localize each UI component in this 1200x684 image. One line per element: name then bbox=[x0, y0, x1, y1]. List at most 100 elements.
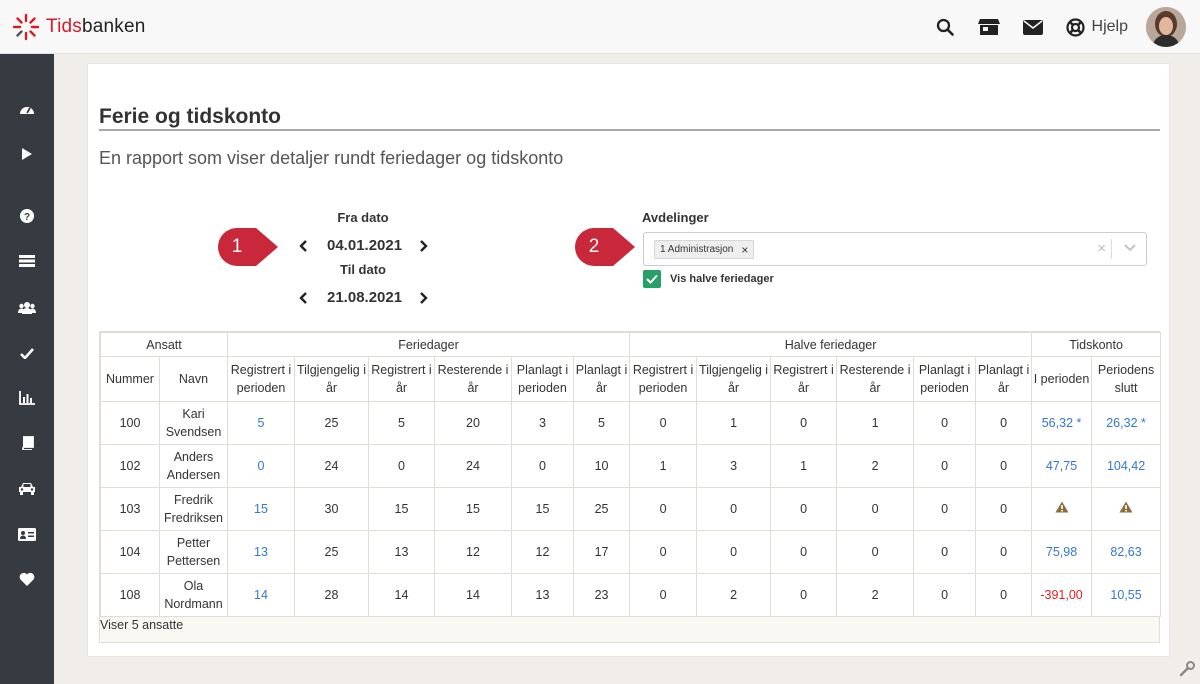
table-footer: Viser 5 ansatte bbox=[100, 618, 184, 632]
cell: 0 bbox=[975, 530, 1033, 574]
col-f-planlagt-perioden[interactable]: Planlagt i perioden bbox=[511, 356, 574, 402]
cell: 13 bbox=[511, 573, 574, 617]
logo[interactable]: Tidsbanken bbox=[12, 13, 146, 41]
col-h-planlagt-ar[interactable]: Planlagt i år bbox=[975, 356, 1033, 402]
cell-warning[interactable] bbox=[1031, 487, 1093, 531]
cell: 0 bbox=[975, 444, 1033, 488]
users-icon[interactable] bbox=[17, 297, 37, 317]
cell-link[interactable]: 104,42 bbox=[1091, 444, 1162, 488]
col-nummer[interactable]: Nummer bbox=[100, 356, 160, 402]
to-date-label: Til dato bbox=[340, 262, 386, 277]
cell: 0 bbox=[975, 487, 1033, 531]
cell-navn: Kari Svendsen bbox=[159, 401, 228, 445]
list-icon[interactable] bbox=[17, 251, 37, 271]
cell: 20 bbox=[434, 401, 512, 445]
title-divider bbox=[99, 129, 1160, 131]
check-icon[interactable] bbox=[17, 343, 37, 363]
col-h-tilgjengelig-ar[interactable]: Tilgjengelig i år bbox=[696, 356, 772, 402]
question-icon[interactable]: ? bbox=[17, 206, 37, 226]
checkmark-icon bbox=[646, 274, 658, 284]
top-bar: Tidsbanken Hjelp bbox=[0, 0, 1200, 54]
group-tidskonto: Tidskonto bbox=[1031, 332, 1162, 357]
cell-link[interactable]: 47,75 bbox=[1031, 444, 1093, 488]
from-date-label: Fra dato bbox=[337, 210, 389, 225]
cell-link[interactable]: 82,63 bbox=[1091, 530, 1162, 574]
avatar[interactable] bbox=[1146, 7, 1186, 47]
chevron-left-icon[interactable] bbox=[297, 291, 311, 305]
cell-link[interactable]: 75,98 bbox=[1031, 530, 1093, 574]
col-t-periodens-slutt[interactable]: Periodens slutt bbox=[1091, 356, 1162, 402]
cell-navn: Anders Andersen bbox=[159, 444, 228, 488]
col-f-registrert-ar[interactable]: Registrert i år bbox=[368, 356, 435, 402]
envelope-icon[interactable] bbox=[1022, 16, 1044, 38]
dashboard-icon[interactable] bbox=[17, 99, 37, 119]
cell: 15 bbox=[368, 487, 435, 531]
cell: 12 bbox=[511, 530, 574, 574]
cell-link[interactable]: 13 bbox=[227, 530, 295, 574]
col-h-registrert-perioden[interactable]: Registrert i perioden bbox=[629, 356, 698, 402]
car-icon[interactable] bbox=[17, 479, 37, 499]
cell: 25 bbox=[294, 530, 369, 574]
cell: 30 bbox=[294, 487, 369, 531]
cell: 25 bbox=[572, 487, 631, 531]
col-h-resterende-ar[interactable]: Resterende i år bbox=[836, 356, 915, 402]
half-days-label[interactable]: Vis halve feriedager bbox=[670, 273, 774, 285]
cell: 0 bbox=[913, 487, 977, 531]
report-table: Ansatt Feriedager Halve feriedager Tidsk… bbox=[100, 332, 1162, 617]
chevron-right-icon[interactable] bbox=[416, 239, 430, 253]
cell: 0 bbox=[913, 573, 977, 617]
chevron-right-icon[interactable] bbox=[416, 291, 430, 305]
cell: 0 bbox=[629, 573, 698, 617]
book-icon[interactable] bbox=[17, 433, 37, 453]
to-date-value[interactable]: 21.08.2021 bbox=[327, 289, 402, 306]
col-h-registrert-ar[interactable]: Registrert i år bbox=[770, 356, 838, 402]
svg-text:?: ? bbox=[24, 212, 30, 223]
cell: 10 bbox=[572, 444, 631, 488]
cell-warning[interactable] bbox=[1091, 487, 1162, 531]
tag-remove-icon[interactable]: × bbox=[741, 243, 748, 257]
cell-navn: Fredrik Fredriksen bbox=[159, 487, 228, 531]
heart-icon[interactable] bbox=[17, 569, 37, 589]
cell-link-negative[interactable]: -391,00 bbox=[1031, 573, 1093, 617]
col-f-registrert-perioden[interactable]: Registrert i perioden bbox=[227, 356, 295, 402]
help-menu[interactable]: Hjelp bbox=[1065, 17, 1128, 37]
cell: 1 bbox=[629, 444, 698, 488]
cell-link[interactable]: 0 bbox=[227, 444, 295, 488]
col-t-i-perioden[interactable]: I perioden bbox=[1031, 356, 1093, 402]
cell: 2 bbox=[836, 573, 915, 617]
table-row: 108 Ola Nordmann 14 28 14 14 13 23 0 2 0… bbox=[100, 573, 1162, 617]
logo-icon bbox=[12, 13, 40, 41]
col-navn[interactable]: Navn bbox=[159, 356, 228, 402]
play-icon[interactable] bbox=[17, 144, 37, 164]
cell-link[interactable]: 56,32 * bbox=[1031, 401, 1093, 445]
bar-chart-icon[interactable] bbox=[17, 388, 37, 408]
wrench-icon[interactable] bbox=[1178, 660, 1196, 678]
department-tag: 1 Administrasjon × bbox=[654, 240, 755, 259]
cell-nummer: 103 bbox=[100, 487, 160, 531]
departments-label: Avdelinger bbox=[642, 210, 709, 225]
cell-link[interactable]: 5 bbox=[227, 401, 295, 445]
clear-icon[interactable]: × bbox=[1097, 240, 1106, 257]
table-row: 103 Fredrik Fredriksen 15 30 15 15 15 25… bbox=[100, 487, 1162, 531]
col-h-planlagt-perioden[interactable]: Planlagt i perioden bbox=[913, 356, 977, 402]
col-f-resterende-ar[interactable]: Resterende i år bbox=[434, 356, 512, 402]
cell-nummer: 104 bbox=[100, 530, 160, 574]
select-separator bbox=[1111, 239, 1112, 259]
cell-link[interactable]: 15 bbox=[227, 487, 295, 531]
half-days-checkbox[interactable] bbox=[643, 270, 661, 288]
cell-link[interactable]: 10,55 bbox=[1091, 573, 1162, 617]
cell: 0 bbox=[975, 401, 1033, 445]
departments-select[interactable]: 1 Administrasjon × × bbox=[643, 232, 1147, 266]
id-card-icon[interactable] bbox=[17, 524, 37, 544]
cell-link[interactable]: 14 bbox=[227, 573, 295, 617]
store-icon[interactable] bbox=[977, 16, 1000, 38]
col-f-tilgjengelig-ar[interactable]: Tilgjengelig i år bbox=[294, 356, 369, 402]
from-date-value[interactable]: 04.01.2021 bbox=[327, 237, 402, 254]
cell-link[interactable]: 26,32 * bbox=[1091, 401, 1162, 445]
chevron-left-icon[interactable] bbox=[297, 239, 311, 253]
chevron-down-icon[interactable] bbox=[1124, 244, 1136, 252]
search-icon[interactable] bbox=[934, 16, 956, 38]
cell-nummer: 108 bbox=[100, 573, 160, 617]
col-f-planlagt-ar[interactable]: Planlagt i år bbox=[572, 356, 631, 402]
table-row: 100 Kari Svendsen 5 25 5 20 3 5 0 1 0 1 … bbox=[100, 401, 1162, 445]
